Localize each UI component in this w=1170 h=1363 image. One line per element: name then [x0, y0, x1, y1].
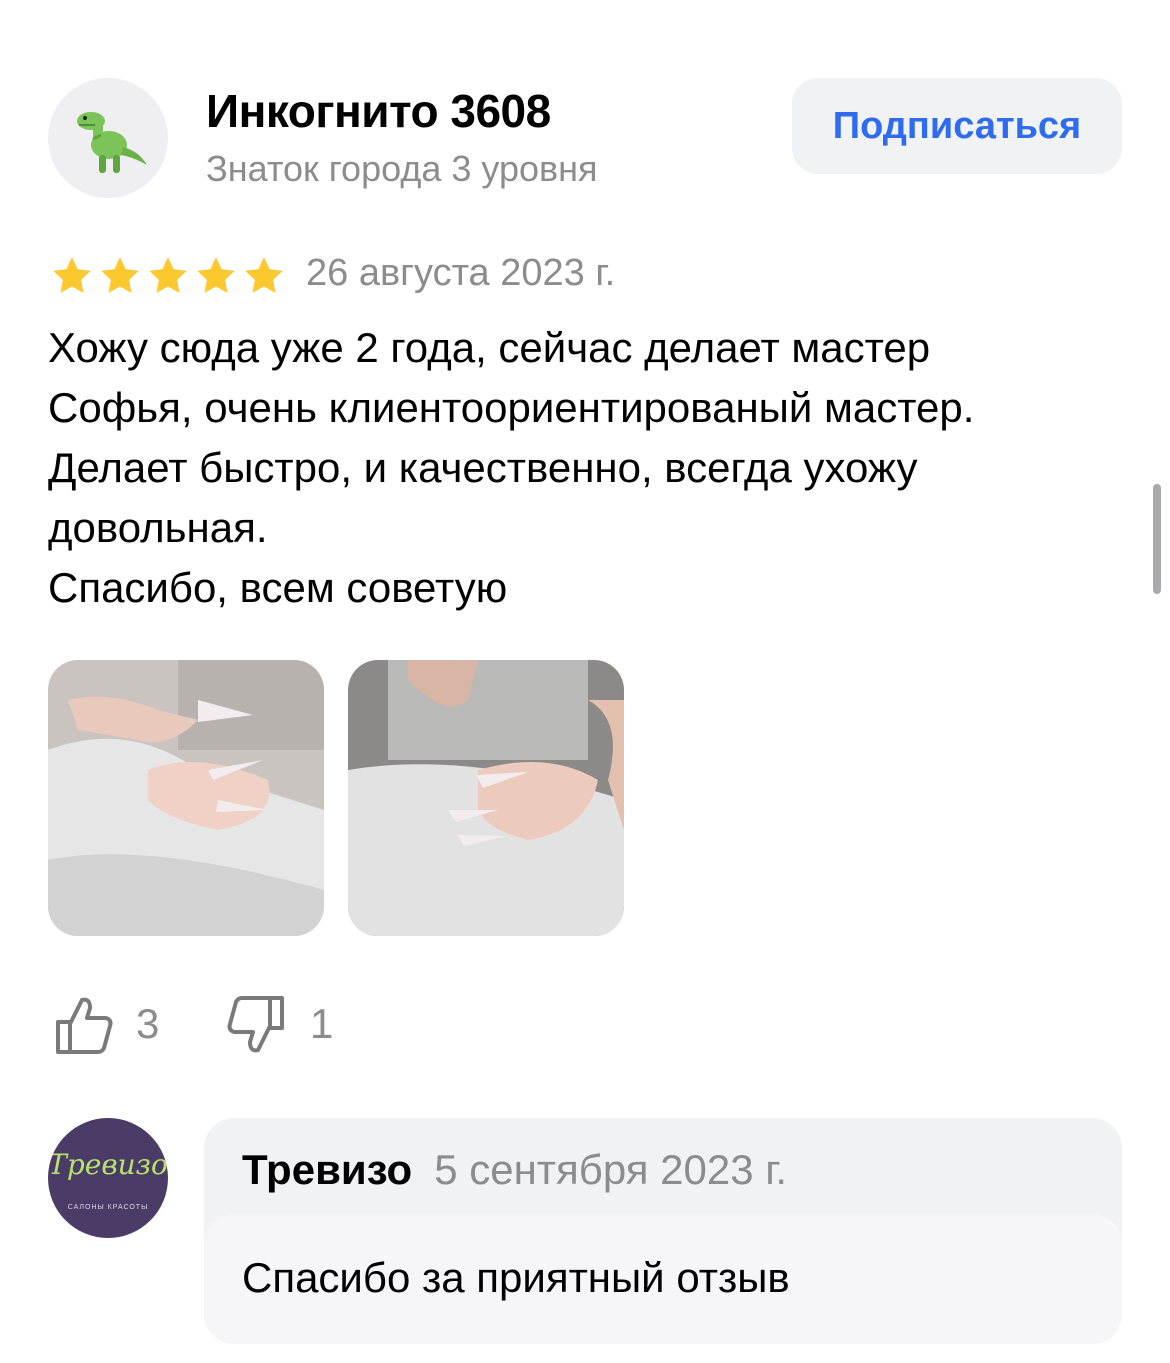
- dislike-count: 1: [310, 1000, 334, 1047]
- review-photo[interactable]: [348, 660, 624, 936]
- subscribe-button[interactable]: Подписаться: [792, 78, 1122, 174]
- star-icon: [245, 257, 283, 293]
- author-name[interactable]: Инкогнито 3608: [206, 84, 551, 138]
- review-photo[interactable]: [48, 660, 324, 936]
- org-logo-text: Тревизо: [48, 1148, 168, 1181]
- org-reply: Тревизо 5 сентября 2023 г. Спасибо за при…: [204, 1118, 1122, 1344]
- author-avatar[interactable]: [48, 78, 168, 198]
- dinosaur-icon: [77, 112, 147, 173]
- reply-text: Спасибо за приятный отзыв: [242, 1254, 790, 1301]
- org-avatar[interactable]: Тревизо САЛОНЫ КРАСОТЫ: [48, 1118, 168, 1238]
- thumbs-up-icon[interactable]: [54, 994, 114, 1056]
- star-icon: [149, 257, 187, 293]
- review-line: Спасибо, всем советую: [48, 564, 508, 611]
- reply-body: Спасибо за приятный отзыв: [204, 1214, 1122, 1344]
- thumbs-down-icon[interactable]: [226, 994, 286, 1056]
- review-line: Хожу сюда уже 2 года, сейчас делает маст…: [48, 324, 931, 371]
- like-count: 3: [136, 1000, 160, 1047]
- reply-author-name[interactable]: Тревизо: [242, 1146, 412, 1193]
- star-icon: [197, 257, 235, 293]
- reply-date: 5 сентября 2023 г.: [434, 1146, 788, 1193]
- scrollbar[interactable]: [1153, 484, 1161, 594]
- review-line: Делает быстро, и качественно, всегда ухо…: [48, 444, 918, 491]
- star-icon: [101, 257, 139, 293]
- review-text: Хожу сюда уже 2 года, сейчас делает маст…: [48, 318, 1138, 618]
- review-line: Софья, очень клиентоориентированый масте…: [48, 384, 975, 431]
- reply-header: Тревизо 5 сентября 2023 г.: [242, 1146, 787, 1194]
- rating-stars: [50, 254, 286, 298]
- author-level: Знаток города 3 уровня: [206, 148, 598, 189]
- review-line: довольная.: [48, 504, 268, 551]
- review-date: 26 августа 2023 г.: [306, 252, 616, 294]
- star-icon: [53, 257, 91, 293]
- org-logo-subtitle: САЛОНЫ КРАСОТЫ: [67, 1204, 149, 1211]
